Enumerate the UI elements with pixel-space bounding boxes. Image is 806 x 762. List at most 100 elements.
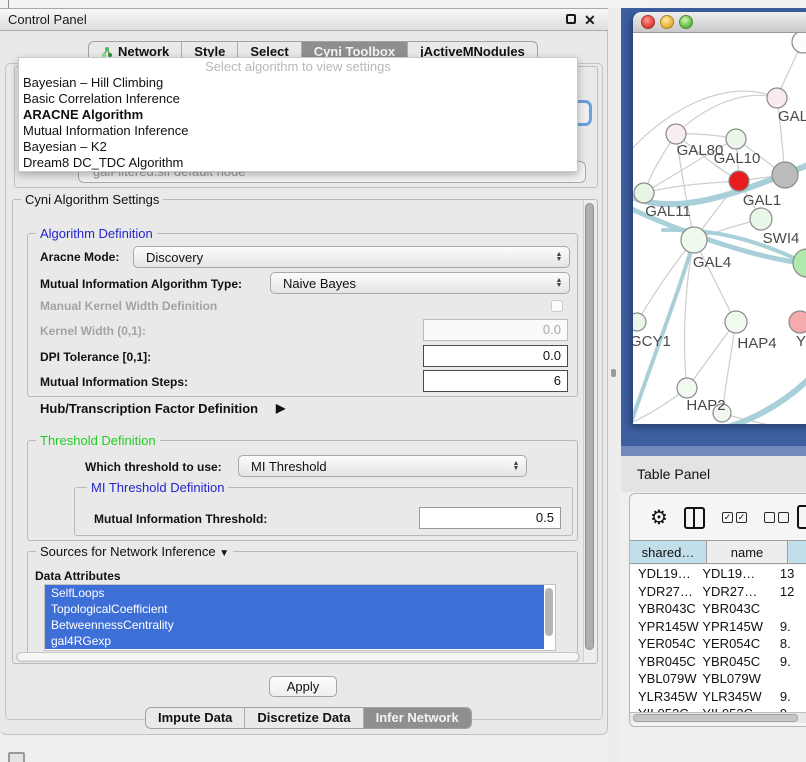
hub-section-toggle[interactable]: Hub/Transcription Factor Definition ▶ [40, 401, 340, 417]
table-cell: YER054C [702, 635, 778, 653]
threshold-definition-title: Threshold Definition [36, 433, 160, 449]
close-icon[interactable]: ✕ [584, 9, 596, 31]
aracne-mode-combobox[interactable]: Discovery ▲▼ [133, 246, 570, 268]
split-divider[interactable] [608, 8, 621, 762]
network-node[interactable] [793, 249, 806, 277]
table-cell: 9. [778, 688, 806, 706]
settings-scrollbar-thumb[interactable] [585, 203, 594, 650]
network-node[interactable] [725, 311, 747, 333]
node-label: Y [796, 333, 806, 350]
zoom-traffic-light-icon[interactable] [679, 15, 693, 29]
network-node[interactable] [729, 171, 749, 191]
mi-threshold-input[interactable]: 0.5 [419, 507, 561, 529]
dpi-tolerance-label: DPI Tolerance [0,1]: [40, 350, 151, 364]
network-edge[interactable] [644, 181, 739, 193]
table-body: YDL19…YDL19…13YDR27…YDR27…12YBR043CYBR04… [630, 565, 806, 712]
table-row[interactable]: YBR043CYBR043C [630, 600, 806, 618]
network-node[interactable] [681, 227, 707, 253]
network-node[interactable] [792, 33, 806, 53]
mi-type-label: Mutual Information Algorithm Type: [40, 277, 242, 291]
table-cell: 8. [778, 635, 806, 653]
algorithm-option[interactable]: ARACNE Algorithm [19, 107, 577, 123]
node-label: HAP4 [737, 335, 776, 352]
attribute-item-selected[interactable]: TopologicalCoefficient [45, 601, 544, 617]
mi-steps-label: Mutual Information Steps: [40, 375, 188, 389]
divider-handle-icon[interactable] [611, 369, 616, 377]
table-cell: 12 [778, 583, 806, 601]
combo-arrows-icon: ▲▼ [553, 252, 569, 262]
network-edge[interactable] [694, 240, 736, 322]
node-label: HAP2 [686, 397, 725, 414]
gear-icon[interactable]: ⚙ [650, 505, 668, 531]
table-cell: YBL079W [630, 670, 702, 688]
network-canvas[interactable]: GALGAL80GAL10GAL1GAL11SWI4GAL4GCY1HAP4YH… [633, 33, 806, 424]
mi-steps-input[interactable]: 6 [423, 370, 568, 392]
network-node[interactable] [767, 88, 787, 108]
checked-box-icon[interactable]: ✓ [736, 512, 747, 523]
table-cell: YDL19… [630, 565, 702, 583]
minimize-traffic-light-icon[interactable] [660, 15, 674, 29]
column-header[interactable]: name [707, 540, 788, 564]
table-row[interactable]: YPR145WYPR145W9. [630, 618, 806, 636]
table-cell: 9. [778, 705, 806, 712]
attribute-item-selected[interactable]: BetweennessCentrality [45, 617, 544, 633]
network-node[interactable] [789, 311, 806, 333]
node-label: GAL11 [645, 203, 691, 220]
network-node[interactable] [772, 162, 798, 188]
network-node[interactable] [633, 313, 646, 331]
table-cell: YBR043C [702, 600, 778, 618]
float-window-icon[interactable] [566, 14, 576, 24]
network-node[interactable] [677, 378, 697, 398]
table-row[interactable]: YER054CYER054C8. [630, 635, 806, 653]
network-window-titlebar[interactable] [633, 12, 806, 33]
network-edge[interactable] [687, 322, 736, 388]
sources-title[interactable]: Sources for Network Inference ▼ [36, 544, 233, 562]
network-edge[interactable] [676, 95, 777, 134]
table-row[interactable]: YBL079WYBL079W [630, 670, 806, 688]
attribute-item-selected[interactable]: gal4RGexp [45, 633, 544, 649]
checked-box-icon[interactable]: ✓ [722, 512, 733, 523]
attribute-item-selected[interactable]: SelfLoops [45, 585, 544, 601]
table-row[interactable]: YDR27…YDR27…12 [630, 583, 806, 601]
algorithm-option[interactable]: Mutual Information Inference [19, 123, 577, 139]
node-label: GAL10 [714, 150, 761, 167]
network-node[interactable] [750, 208, 772, 230]
table-row[interactable]: YDL19…YDL19…13 [630, 565, 806, 583]
table-row[interactable]: YBR045CYBR045C9. [630, 653, 806, 671]
kernel-width-input[interactable]: 0.0 [423, 319, 568, 341]
network-node[interactable] [726, 129, 746, 149]
attributes-scrollbar-thumb[interactable] [545, 588, 553, 636]
unchecked-box-icon[interactable] [764, 512, 775, 523]
table-hscrollbar-thumb[interactable] [633, 714, 798, 722]
close-traffic-light-icon[interactable] [641, 15, 655, 29]
tab-label: Infer Network [376, 708, 459, 728]
document-icon[interactable] [797, 505, 806, 529]
table-cell: YLR345W [702, 688, 778, 706]
node-label: GAL1 [743, 192, 781, 209]
mi-type-combobox[interactable]: Naive Bayes ▲▼ [270, 272, 570, 294]
unchecked-box-icon[interactable] [778, 512, 789, 523]
column-header[interactable] [788, 540, 806, 564]
dpi-tolerance-input[interactable]: 0.0 [423, 345, 568, 367]
column-header[interactable]: shared… [630, 540, 707, 564]
algorithm-list: Bayesian – Hill ClimbingBasic Correlatio… [19, 75, 577, 171]
bottom-tab-discretize-data[interactable]: Discretize Data [245, 708, 363, 728]
algorithm-option[interactable]: Bayesian – K2 [19, 139, 577, 155]
algorithm-option[interactable]: Basic Correlation Inference [19, 91, 577, 107]
table-cell: YDR27… [702, 583, 778, 601]
table-row[interactable]: YLR345WYLR345W9. [630, 688, 806, 706]
algorithm-option[interactable]: Bayesian – Hill Climbing [19, 75, 577, 91]
table-cell: YLR345W [630, 688, 702, 706]
which-threshold-combobox[interactable]: MI Threshold ▲▼ [238, 455, 527, 477]
apply-button[interactable]: Apply [269, 676, 337, 697]
algorithm-option[interactable]: Dream8 DC_TDC Algorithm [19, 155, 577, 171]
network-node[interactable] [666, 124, 686, 144]
manual-kernel-checkbox[interactable] [551, 300, 563, 312]
collapsed-panel-icon[interactable] [8, 752, 25, 762]
horizontal-scrollbar-thumb[interactable] [18, 653, 578, 660]
bottom-tab-infer-network[interactable]: Infer Network [364, 708, 471, 728]
network-node[interactable] [634, 183, 654, 203]
bottom-tab-bar: Impute DataDiscretize Data Infer Network [145, 707, 472, 729]
table-row[interactable]: YIL052CYIL052C9. [630, 705, 806, 712]
bottom-tab-impute-data[interactable]: Impute Data [146, 708, 245, 728]
